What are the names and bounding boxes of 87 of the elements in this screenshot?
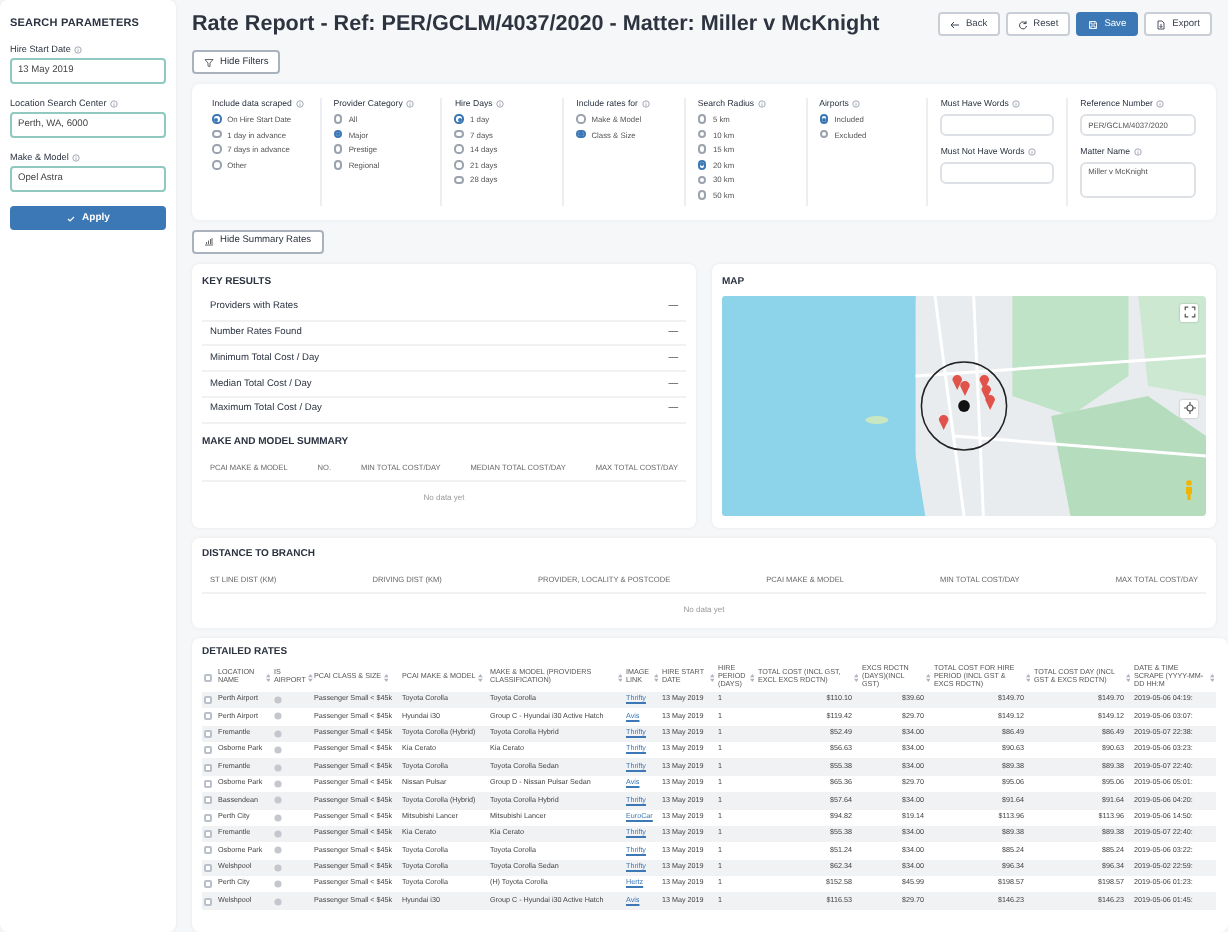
radio-button[interactable] <box>454 175 465 185</box>
chart-icon <box>204 236 214 247</box>
radio-button[interactable] <box>697 175 707 185</box>
sort-icon[interactable] <box>1125 674 1130 683</box>
radio-button[interactable] <box>333 144 343 155</box>
checkbox[interactable] <box>204 846 212 855</box>
sort-icon[interactable] <box>478 674 484 683</box>
circle-icon <box>274 897 282 906</box>
sort-icon[interactable] <box>617 674 622 683</box>
info-icon <box>74 45 83 53</box>
radio-button[interactable] <box>212 114 222 124</box>
info-icon <box>1028 147 1037 156</box>
info-icon <box>641 99 650 107</box>
input-field[interactable] <box>940 113 1055 136</box>
info-icon <box>758 99 767 107</box>
radio-button[interactable] <box>697 114 707 124</box>
input-field[interactable] <box>940 161 1055 184</box>
save-icon <box>1088 19 1099 29</box>
checkbox[interactable] <box>204 796 212 805</box>
checkbox[interactable] <box>204 674 212 683</box>
radio-button[interactable] <box>697 160 707 170</box>
radio-button[interactable] <box>697 144 707 155</box>
checkbox[interactable] <box>204 813 212 822</box>
person-icon[interactable] <box>1184 479 1194 500</box>
arrow-left-icon <box>949 19 960 29</box>
circle-icon <box>274 830 282 839</box>
radio-button[interactable] <box>819 114 829 124</box>
circle-icon <box>274 813 282 822</box>
circle-icon <box>274 880 282 889</box>
sort-icon[interactable] <box>1025 674 1030 683</box>
page-title: Rate Report - Ref: PER/GCLM/4037/2020 - Matter: Miller v McKnight <box>192 12 880 36</box>
radio-button[interactable] <box>212 160 222 170</box>
checkbox[interactable] <box>204 880 212 889</box>
circle-icon <box>274 763 282 772</box>
sort-icon[interactable] <box>308 674 314 683</box>
sort-icon[interactable] <box>265 674 270 683</box>
info-icon <box>852 99 861 107</box>
info-icon <box>496 99 505 107</box>
radio-button[interactable] <box>697 129 707 139</box>
radio-button[interactable] <box>333 114 343 124</box>
info-icon <box>1156 99 1165 107</box>
sort-icon[interactable] <box>749 674 754 683</box>
radio-button[interactable] <box>819 129 829 139</box>
checkbox[interactable] <box>204 763 212 772</box>
info-icon <box>1134 147 1142 156</box>
checkbox[interactable] <box>204 712 212 721</box>
radio-button[interactable] <box>576 129 586 139</box>
checkbox[interactable] <box>204 729 212 738</box>
info-icon <box>110 99 119 107</box>
checkbox[interactable] <box>204 897 212 906</box>
radio-button[interactable] <box>576 114 586 124</box>
circle-icon <box>274 779 282 788</box>
filter-icon <box>204 57 214 67</box>
circle-icon <box>274 846 282 855</box>
radio-button[interactable] <box>454 160 465 170</box>
check-icon <box>66 213 77 223</box>
radio-button[interactable] <box>454 114 465 124</box>
sort-icon[interactable] <box>925 674 930 683</box>
info-icon <box>295 99 304 107</box>
info-icon <box>72 153 81 161</box>
checkbox[interactable] <box>204 863 212 872</box>
sort-icon[interactable] <box>709 674 714 683</box>
radio-button[interactable] <box>212 129 222 139</box>
radio-button[interactable] <box>333 129 343 139</box>
circle-icon <box>274 746 282 755</box>
circle-icon <box>274 729 282 738</box>
sort-icon[interactable] <box>1209 674 1214 683</box>
circle-icon <box>274 712 282 721</box>
checkbox[interactable] <box>204 695 212 704</box>
radio-button[interactable] <box>454 144 465 155</box>
sort-icon[interactable] <box>653 674 658 683</box>
refresh-icon <box>1017 19 1028 29</box>
sort-icon[interactable] <box>853 674 858 683</box>
sort-icon[interactable] <box>384 674 389 683</box>
checkbox[interactable] <box>204 746 212 755</box>
radio-button[interactable] <box>333 160 343 170</box>
circle-icon <box>274 863 282 872</box>
export-icon <box>1156 19 1167 29</box>
checkbox[interactable] <box>204 779 212 788</box>
circle-icon <box>274 695 282 704</box>
radio-button[interactable] <box>697 190 707 200</box>
radio-button[interactable] <box>212 144 222 155</box>
info-icon <box>1012 99 1021 107</box>
radio-button[interactable] <box>454 129 465 139</box>
checkbox[interactable] <box>204 830 212 839</box>
info-icon <box>406 99 415 107</box>
circle-icon <box>274 796 282 805</box>
